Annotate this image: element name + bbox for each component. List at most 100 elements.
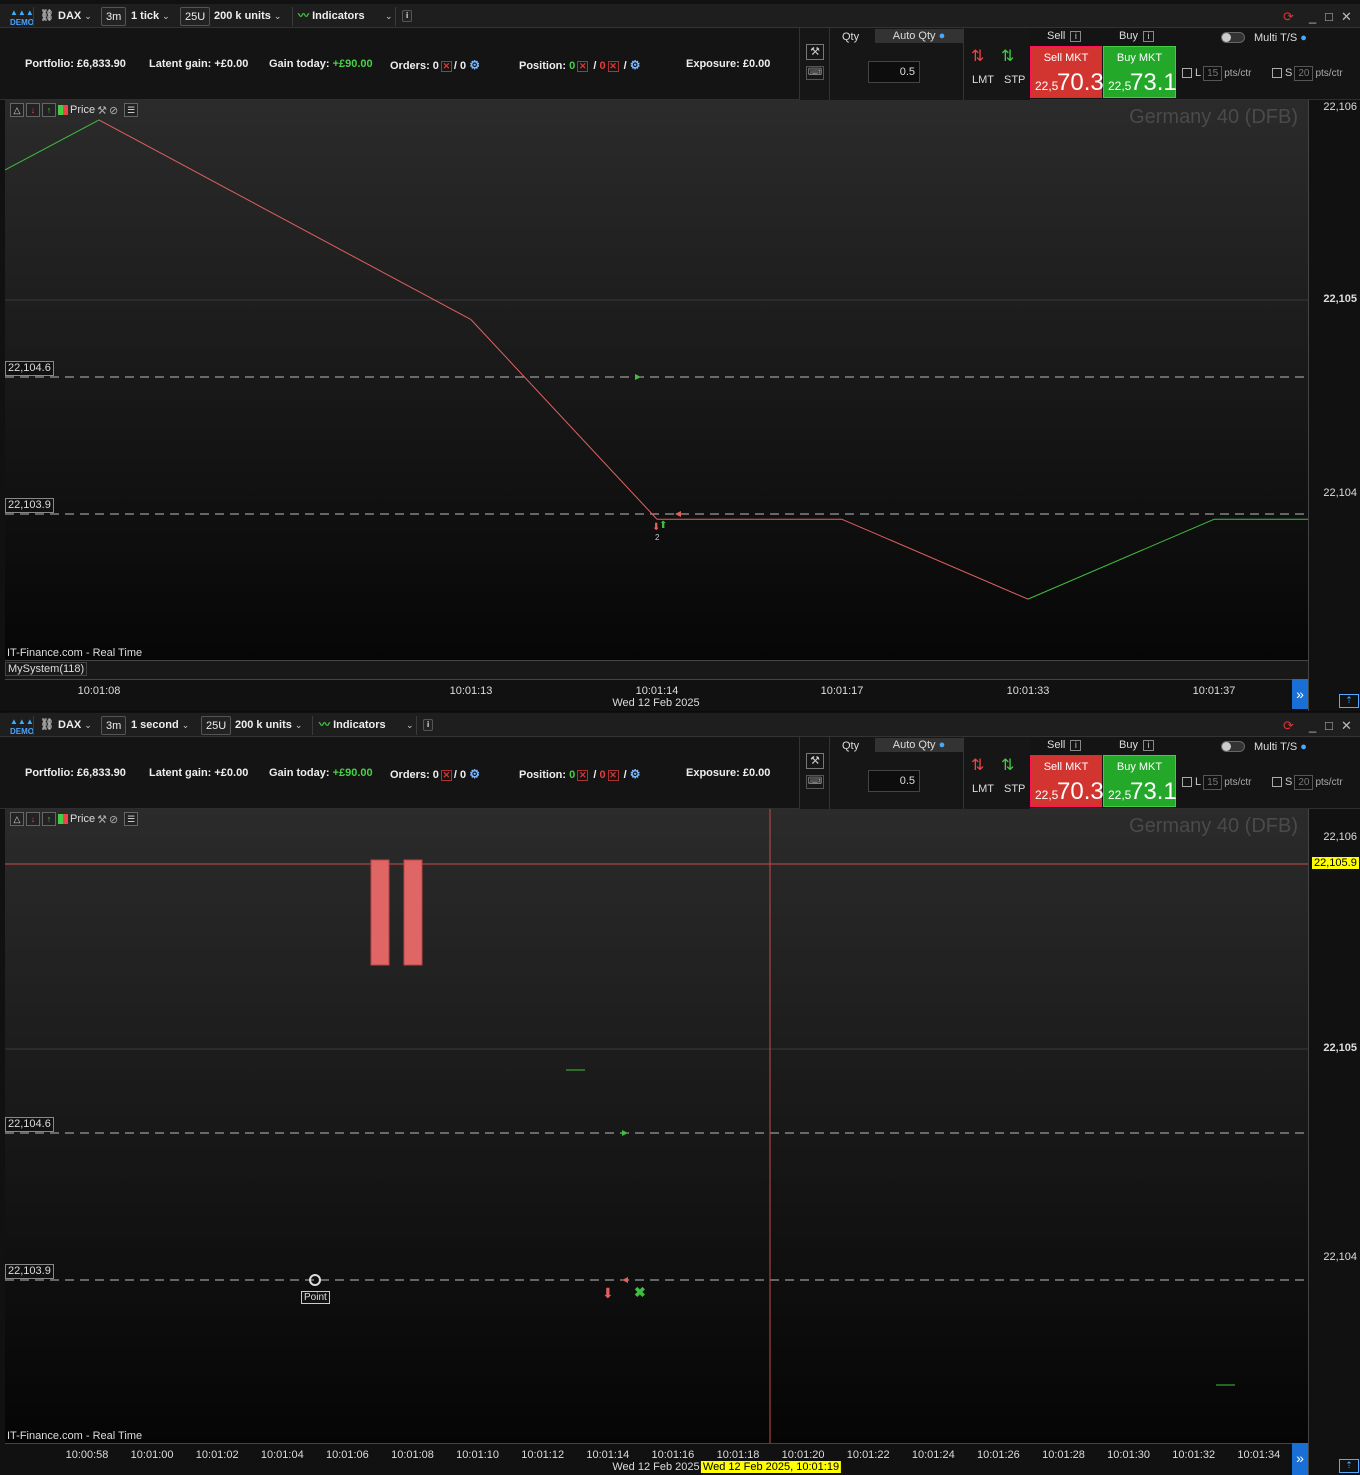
long-stop-field[interactable]: L 15 pts/ctr <box>1182 775 1251 790</box>
level-tag-high[interactable]: 22,104.6 <box>5 361 54 376</box>
price-series-label[interactable]: Price <box>70 104 95 116</box>
units-box-button[interactable]: 25U <box>180 7 211 26</box>
time-axis-bottom[interactable]: 10:00:58 10:01:00 10:01:02 10:01:04 10:01:06… <box>5 1443 1308 1475</box>
units-select[interactable]: 200 k units ⌄ <box>231 716 306 735</box>
indicators-dropdown[interactable]: ⌄ <box>378 7 397 26</box>
scroll-right-button[interactable]: » <box>1292 679 1308 709</box>
auto-qty-button[interactable]: Auto Qty ● <box>875 738 963 752</box>
sell-info-icon[interactable]: i <box>1070 30 1082 42</box>
indicators-dropdown[interactable]: ⌄ <box>399 716 418 735</box>
stop-order-icon[interactable]: ⇅ <box>1001 755 1014 775</box>
lmt-stp-panel: ⇅ ⇅ LMT STP <box>963 737 1030 809</box>
price-chart-bottom[interactable]: ⬇ ✖ △ ↓ ↑ Price ⚒ ⊘ ☰ Germany 40 (DFB) 2… <box>5 809 1308 1443</box>
instrument-watermark: Germany 40 (DFB) <box>1129 106 1298 128</box>
buy-arrow-button-icon[interactable]: ↑ <box>42 103 56 117</box>
price-axis-bottom[interactable]: 22,106 22,105.9 22,105 22,104 ⇡ <box>1308 809 1360 1475</box>
position-summary: Position: 0 ✕ / 0 ✕ / ⚙ <box>519 58 641 72</box>
multi-ts-toggle[interactable] <box>1221 32 1245 43</box>
wrench-icon[interactable]: ⚒ <box>806 44 824 60</box>
hide-eye-icon[interactable]: ⊘ <box>109 104 118 117</box>
sell-arrow-button-icon[interactable]: ↓ <box>26 812 40 826</box>
candle-bar[interactable] <box>370 859 390 966</box>
close-icon[interactable]: ✕ <box>1341 7 1352 26</box>
close-position-long-icon[interactable]: ✕ <box>577 60 589 72</box>
time-axis-top[interactable]: 10:01:08 10:01:13 10:01:14 10:01:17 10:0… <box>5 679 1308 709</box>
multi-ts-toggle[interactable] <box>1221 741 1245 752</box>
close-position-short-icon[interactable]: ✕ <box>607 769 619 781</box>
buy-market-button[interactable]: Buy MKT 22,5 73.1 <box>1103 755 1177 807</box>
system-indicator-label[interactable]: MySystem(118) <box>5 662 88 676</box>
buy-info-icon[interactable]: i <box>1143 739 1155 751</box>
buy-market-button[interactable]: Buy MKT 22,5 73.1 <box>1103 46 1177 98</box>
scroll-right-button[interactable]: » <box>1292 1443 1308 1475</box>
orders-settings-icon[interactable]: ⚙ <box>469 767 480 781</box>
close-position-short-icon[interactable]: ✕ <box>607 60 619 72</box>
price-series-label[interactable]: Price <box>70 813 95 825</box>
interval-select[interactable]: 1 tick ⌄ <box>127 7 174 26</box>
refresh-icon[interactable]: ⟳ <box>1283 7 1294 26</box>
price-chart-top[interactable]: ⬇ ⬆ 2 △ ↓ ↑ Price ⚒ ⊘ ☰ Germany 40 (DFB)… <box>5 100 1308 679</box>
buy-arrow-button-icon[interactable]: ↑ <box>42 812 56 826</box>
wrench-icon[interactable]: ⚒ <box>806 753 824 769</box>
indicators-button[interactable]: 〰 Indicators <box>315 716 390 735</box>
refresh-icon[interactable]: ⟳ <box>1283 716 1294 735</box>
units-box-button[interactable]: 25U <box>201 716 232 735</box>
sell-market-button[interactable]: Sell MKT 22,5 70.3 <box>1030 46 1104 98</box>
cancel-orders-icon[interactable]: ✕ <box>440 60 452 72</box>
auto-qty-button[interactable]: Auto Qty ● <box>875 29 963 43</box>
scroll-latest-icon[interactable]: ⇡ <box>1339 1459 1359 1473</box>
minimize-icon[interactable]: _ <box>1309 7 1316 26</box>
scroll-latest-icon[interactable]: ⇡ <box>1339 694 1359 708</box>
list-icon[interactable]: ☰ <box>124 103 139 117</box>
lmt-label[interactable]: LMT <box>972 74 994 86</box>
settings-wrench-icon[interactable]: ⚒ <box>97 104 107 117</box>
candle-bar[interactable] <box>403 859 423 966</box>
position-summary: Position: 0 ✕ / 0 ✕ / ⚙ <box>519 767 641 781</box>
position-settings-icon[interactable]: ⚙ <box>630 58 641 72</box>
sell-arrow-button-icon[interactable]: ↓ <box>26 103 40 117</box>
level-tag-low[interactable]: 22,103.9 <box>5 1264 54 1279</box>
close-position-long-icon[interactable]: ✕ <box>577 769 589 781</box>
close-icon[interactable]: ✕ <box>1341 716 1352 735</box>
instrument-select[interactable]: DAX ⌄ <box>54 716 96 735</box>
minimize-icon[interactable]: _ <box>1309 716 1316 735</box>
info-icon[interactable]: i <box>423 719 434 731</box>
sell-market-button[interactable]: Sell MKT 22,5 70.3 <box>1030 755 1104 807</box>
indicators-button[interactable]: 〰 Indicators <box>294 7 369 26</box>
x-tick: 10:01:10 <box>456 1449 500 1461</box>
level-tag-low[interactable]: 22,103.9 <box>5 498 54 513</box>
units-select[interactable]: 200 k units ⌄ <box>210 7 285 26</box>
timeframe-button[interactable]: 3m <box>101 716 127 735</box>
maximize-icon[interactable]: □ <box>1325 716 1333 735</box>
timeframe-button[interactable]: 3m <box>101 7 127 26</box>
cancel-orders-icon[interactable]: ✕ <box>440 769 452 781</box>
stp-label[interactable]: STP <box>1004 783 1025 795</box>
list-icon[interactable]: ☰ <box>124 812 139 826</box>
stp-label[interactable]: STP <box>1004 74 1025 86</box>
buy-info-icon[interactable]: i <box>1143 30 1155 42</box>
interval-select[interactable]: 1 second ⌄ <box>127 716 193 735</box>
instrument-select[interactable]: DAX ⌄ <box>54 7 96 26</box>
short-stop-field[interactable]: S 20 pts/ctr <box>1272 66 1343 81</box>
maximize-icon[interactable]: □ <box>1325 7 1333 26</box>
short-stop-field[interactable]: S 20 pts/ctr <box>1272 775 1343 790</box>
keyboard-icon[interactable]: ⌨ <box>806 66 824 80</box>
qty-input[interactable]: 0.5 <box>868 61 920 83</box>
level-tag-high[interactable]: 22,104.6 <box>5 1117 54 1132</box>
alert-bell-icon[interactable]: △ <box>10 812 24 826</box>
orders-settings-icon[interactable]: ⚙ <box>469 58 480 72</box>
price-axis-top[interactable]: 22,106 22,105 22,104 ⇡ <box>1308 100 1360 711</box>
info-icon[interactable]: i <box>402 10 413 22</box>
qty-input[interactable]: 0.5 <box>868 770 920 792</box>
position-settings-icon[interactable]: ⚙ <box>630 767 641 781</box>
limit-order-icon[interactable]: ⇅ <box>971 46 984 66</box>
sell-info-icon[interactable]: i <box>1070 739 1082 751</box>
settings-wrench-icon[interactable]: ⚒ <box>97 813 107 826</box>
keyboard-icon[interactable]: ⌨ <box>806 775 824 789</box>
lmt-label[interactable]: LMT <box>972 783 994 795</box>
stop-order-icon[interactable]: ⇅ <box>1001 46 1014 66</box>
alert-bell-icon[interactable]: △ <box>10 103 24 117</box>
limit-order-icon[interactable]: ⇅ <box>971 755 984 775</box>
long-stop-field[interactable]: L 15 pts/ctr <box>1182 66 1251 81</box>
hide-eye-icon[interactable]: ⊘ <box>109 813 118 826</box>
